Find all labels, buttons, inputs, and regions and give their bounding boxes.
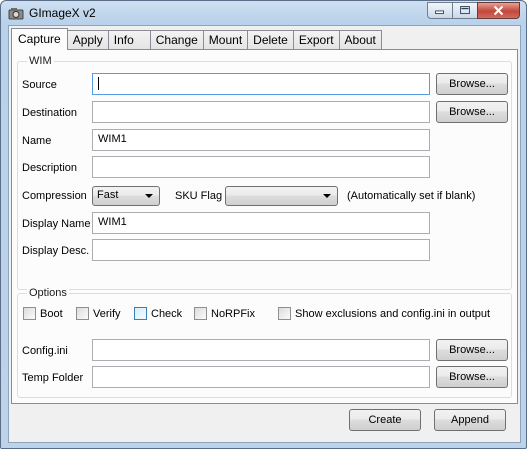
text-caret [98, 77, 99, 90]
config-ini-input[interactable] [92, 339, 430, 361]
source-input[interactable] [92, 73, 430, 95]
display-name-label: Display Name [22, 218, 91, 230]
show-exclusions-checkbox-box[interactable] [278, 307, 291, 320]
compression-value: Fast [97, 189, 119, 201]
capture-tab-page: WIM Source Browse... Destination Browse.… [11, 49, 518, 404]
norpfix-checkbox[interactable]: NoRPFix [194, 307, 255, 320]
destination-label: Destination [22, 107, 78, 119]
sku-flag-dropdown[interactable] [225, 186, 338, 206]
app-icon [8, 8, 24, 20]
source-browse-button[interactable]: Browse... [436, 73, 508, 95]
display-name-input[interactable]: WIM1 [92, 212, 430, 234]
verify-checkbox-box[interactable] [76, 307, 89, 320]
options-group-title: Options [27, 287, 69, 299]
name-input[interactable]: WIM1 [92, 129, 430, 151]
tab-capture[interactable]: Capture [11, 28, 68, 50]
name-label: Name [22, 135, 52, 147]
norpfix-checkbox-label: NoRPFix [211, 307, 256, 320]
app-window: GImageX v2 Capture Apply Info Change Mou… [0, 0, 527, 449]
description-label: Description [22, 162, 78, 174]
boot-checkbox-box[interactable] [23, 307, 36, 320]
window-title: GImageX v2 [29, 6, 96, 20]
title-bar[interactable]: GImageX v2 [1, 1, 526, 25]
display-desc-label: Display Desc. [22, 245, 90, 257]
norpfix-checkbox-box[interactable] [194, 307, 207, 320]
temp-folder-input[interactable] [92, 366, 430, 388]
chevron-down-icon [145, 194, 153, 198]
source-label: Source [22, 79, 57, 91]
append-button[interactable]: Append [434, 409, 506, 431]
tab-mount[interactable]: Mount [202, 30, 249, 50]
config-ini-label: Config.ini [22, 345, 68, 357]
destination-browse-button[interactable]: Browse... [436, 101, 508, 123]
destination-input[interactable] [92, 101, 430, 123]
description-input[interactable] [92, 156, 430, 178]
client-area: Capture Apply Info Change Mount Delete E… [8, 25, 521, 443]
boot-checkbox[interactable]: Boot [23, 307, 63, 320]
wim-group-title: WIM [27, 55, 54, 67]
config-ini-browse-button[interactable]: Browse... [436, 339, 508, 361]
tab-delete[interactable]: Delete [247, 30, 294, 50]
chevron-down-icon [323, 194, 331, 198]
tab-strip: Capture Apply Info Change Mount Delete E… [11, 28, 382, 50]
compression-label: Compression [22, 190, 87, 202]
close-icon [493, 5, 504, 16]
tab-about[interactable]: About [338, 30, 382, 50]
check-checkbox-label: Check [151, 307, 183, 320]
compression-dropdown[interactable]: Fast [92, 186, 160, 206]
verify-checkbox-label: Verify [93, 307, 121, 320]
temp-folder-browse-button[interactable]: Browse... [436, 366, 508, 388]
check-checkbox[interactable]: Check [134, 307, 182, 320]
verify-checkbox[interactable]: Verify [76, 307, 121, 320]
minimize-icon [435, 10, 444, 15]
tab-info[interactable]: Info [107, 30, 151, 50]
boot-checkbox-label: Boot [40, 307, 63, 320]
tab-export[interactable]: Export [292, 30, 340, 50]
maximize-icon [460, 6, 470, 15]
show-exclusions-checkbox[interactable]: Show exclusions and config.ini in output [278, 307, 490, 320]
close-button[interactable] [477, 2, 520, 19]
minimize-button[interactable] [427, 2, 453, 19]
display-desc-input[interactable] [92, 239, 430, 261]
tab-apply[interactable]: Apply [66, 30, 109, 50]
create-button[interactable]: Create [349, 409, 421, 431]
sku-flag-hint: (Automatically set if blank) [347, 190, 476, 202]
sku-flag-label: SKU Flag [175, 190, 223, 202]
maximize-button[interactable] [452, 2, 478, 19]
tab-change[interactable]: Change [149, 30, 204, 50]
temp-folder-label: Temp Folder [22, 372, 84, 384]
check-checkbox-box[interactable] [134, 307, 147, 320]
show-exclusions-checkbox-label: Show exclusions and config.ini in output [295, 307, 491, 320]
